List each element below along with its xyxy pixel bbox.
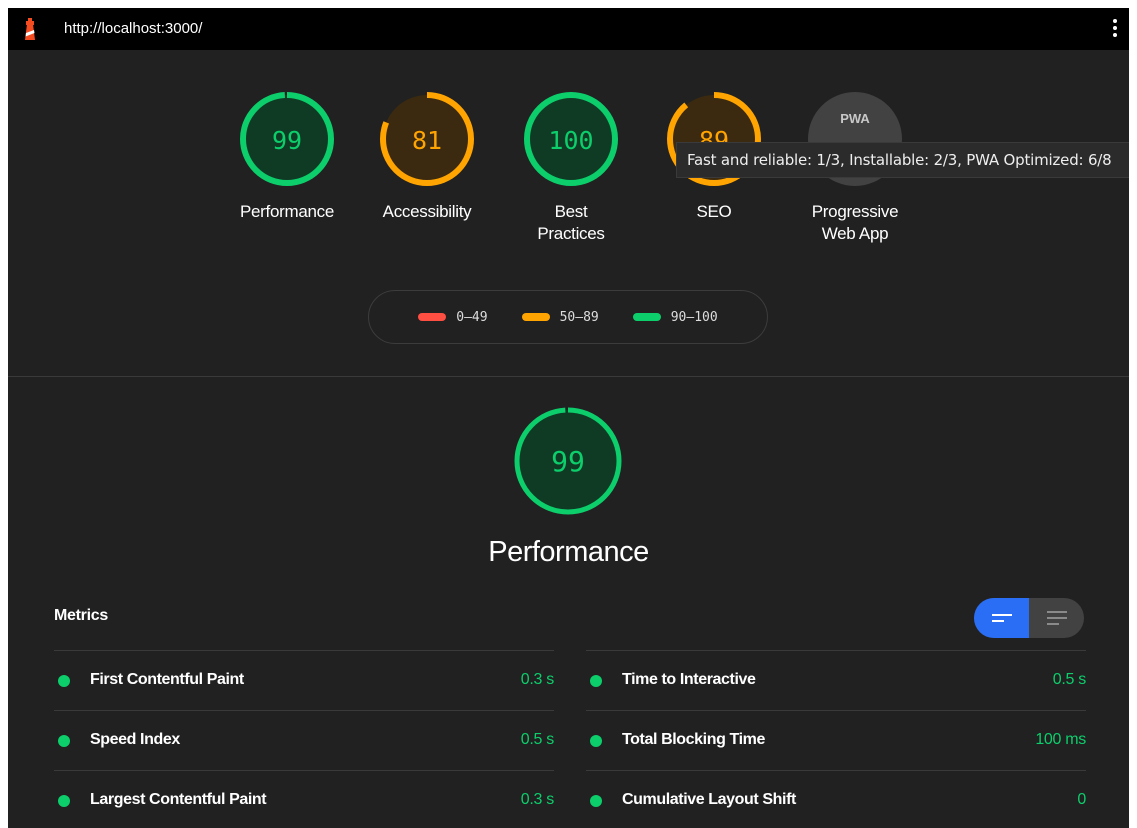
metric-row: Time to Interactive 0.5 s — [586, 650, 1086, 710]
gauge-best-practices[interactable]: 100 Best Practices — [521, 91, 621, 245]
gauge-label-line1: Best — [554, 202, 588, 221]
lighthouse-logo-icon — [25, 18, 35, 40]
metric-row: First Contentful Paint 0.3 s — [54, 650, 554, 710]
metric-row: Speed Index 0.5 s — [54, 710, 554, 770]
more-options-icon[interactable] — [1111, 16, 1119, 42]
metrics-left-column: First Contentful Paint 0.3 s Speed Index… — [54, 650, 554, 828]
gauge-label: Best Practices — [521, 201, 621, 245]
short-lines-icon — [991, 614, 1012, 622]
pass-dot-icon — [58, 675, 70, 687]
pwa-badge-text: PWA — [840, 111, 870, 126]
gauge-label-line2: Web App — [821, 224, 889, 243]
metric-name: First Contentful Paint — [90, 671, 244, 688]
gauge-score: 100 — [548, 126, 593, 155]
gauge-label: Progressive Web App — [805, 201, 905, 245]
pass-dot-icon — [590, 675, 602, 687]
metric-value: 0.5 s — [1052, 671, 1087, 688]
metric-name: Total Blocking Time — [622, 731, 765, 748]
gauge-label: Accessibility — [382, 202, 472, 221]
pass-dot-icon — [58, 795, 70, 807]
legend-range: 90–100 — [670, 309, 718, 325]
metric-row: Cumulative Layout Shift 0 — [586, 770, 1086, 828]
legend-fail: 0–49 — [418, 309, 488, 325]
lighthouse-report: http://localhost:3000/ 99 Performance 81… — [8, 8, 1129, 828]
metric-name: Time to Interactive — [622, 671, 756, 688]
metric-value: 100 ms — [1035, 731, 1086, 748]
gauge-performance[interactable]: 99 Performance — [237, 91, 337, 223]
legend-pass: 90–100 — [632, 309, 718, 325]
report-url[interactable]: http://localhost:3000/ — [64, 20, 202, 37]
legend-pass-swatch — [632, 313, 661, 321]
pass-dot-icon — [590, 795, 602, 807]
gauge-label-line1: Progressive — [811, 202, 899, 221]
metric-name: Cumulative Layout Shift — [622, 791, 796, 808]
expanded-view-button[interactable] — [1029, 598, 1084, 638]
pass-dot-icon — [590, 735, 602, 747]
legend-average-swatch — [521, 313, 550, 321]
metric-value: 0.3 s — [520, 791, 555, 808]
section-divider — [8, 376, 1129, 377]
metric-value: 0.5 s — [520, 731, 555, 748]
gauge-score: 81 — [412, 126, 442, 155]
metrics-heading: Metrics — [54, 607, 108, 624]
long-lines-icon — [1046, 611, 1067, 625]
legend-range: 0–49 — [456, 309, 488, 325]
gauge-ring: 100 — [524, 92, 618, 186]
metric-row: Total Blocking Time 100 ms — [586, 710, 1086, 770]
compact-view-button[interactable] — [974, 598, 1029, 638]
score-scale-legend: 0–49 50–89 90–100 — [368, 290, 768, 344]
metrics-right-column: Time to Interactive 0.5 s Total Blocking… — [586, 650, 1086, 828]
gauge-label-line2: Practices — [537, 224, 605, 243]
legend-range: 50–89 — [559, 309, 599, 325]
metric-row: Largest Contentful Paint 0.3 s — [54, 770, 554, 828]
top-bar: http://localhost:3000/ — [8, 8, 1129, 50]
gauge-ring: 99 — [240, 92, 334, 186]
gauge-label: SEO — [696, 202, 732, 221]
gauge-score: 99 — [551, 445, 585, 478]
gauge-ring: 99 — [514, 407, 622, 515]
metric-name: Largest Contentful Paint — [90, 791, 267, 808]
metric-value: 0 — [1077, 791, 1086, 808]
performance-title: Performance — [488, 536, 649, 568]
gauge-label: Performance — [239, 202, 335, 221]
metric-value: 0.3 s — [520, 671, 555, 688]
pwa-tooltip: Fast and reliable: 1/3, Installable: 2/3… — [676, 142, 1129, 178]
performance-main-gauge: 99 — [513, 406, 623, 516]
legend-fail-swatch — [418, 313, 447, 321]
gauge-ring: 81 — [380, 92, 474, 186]
legend-average: 50–89 — [521, 309, 599, 325]
pass-dot-icon — [58, 735, 70, 747]
metric-name: Speed Index — [90, 731, 180, 748]
gauge-score: 99 — [272, 126, 302, 155]
metrics-view-toggle[interactable] — [974, 598, 1084, 638]
gauge-accessibility[interactable]: 81 Accessibility — [377, 91, 477, 223]
